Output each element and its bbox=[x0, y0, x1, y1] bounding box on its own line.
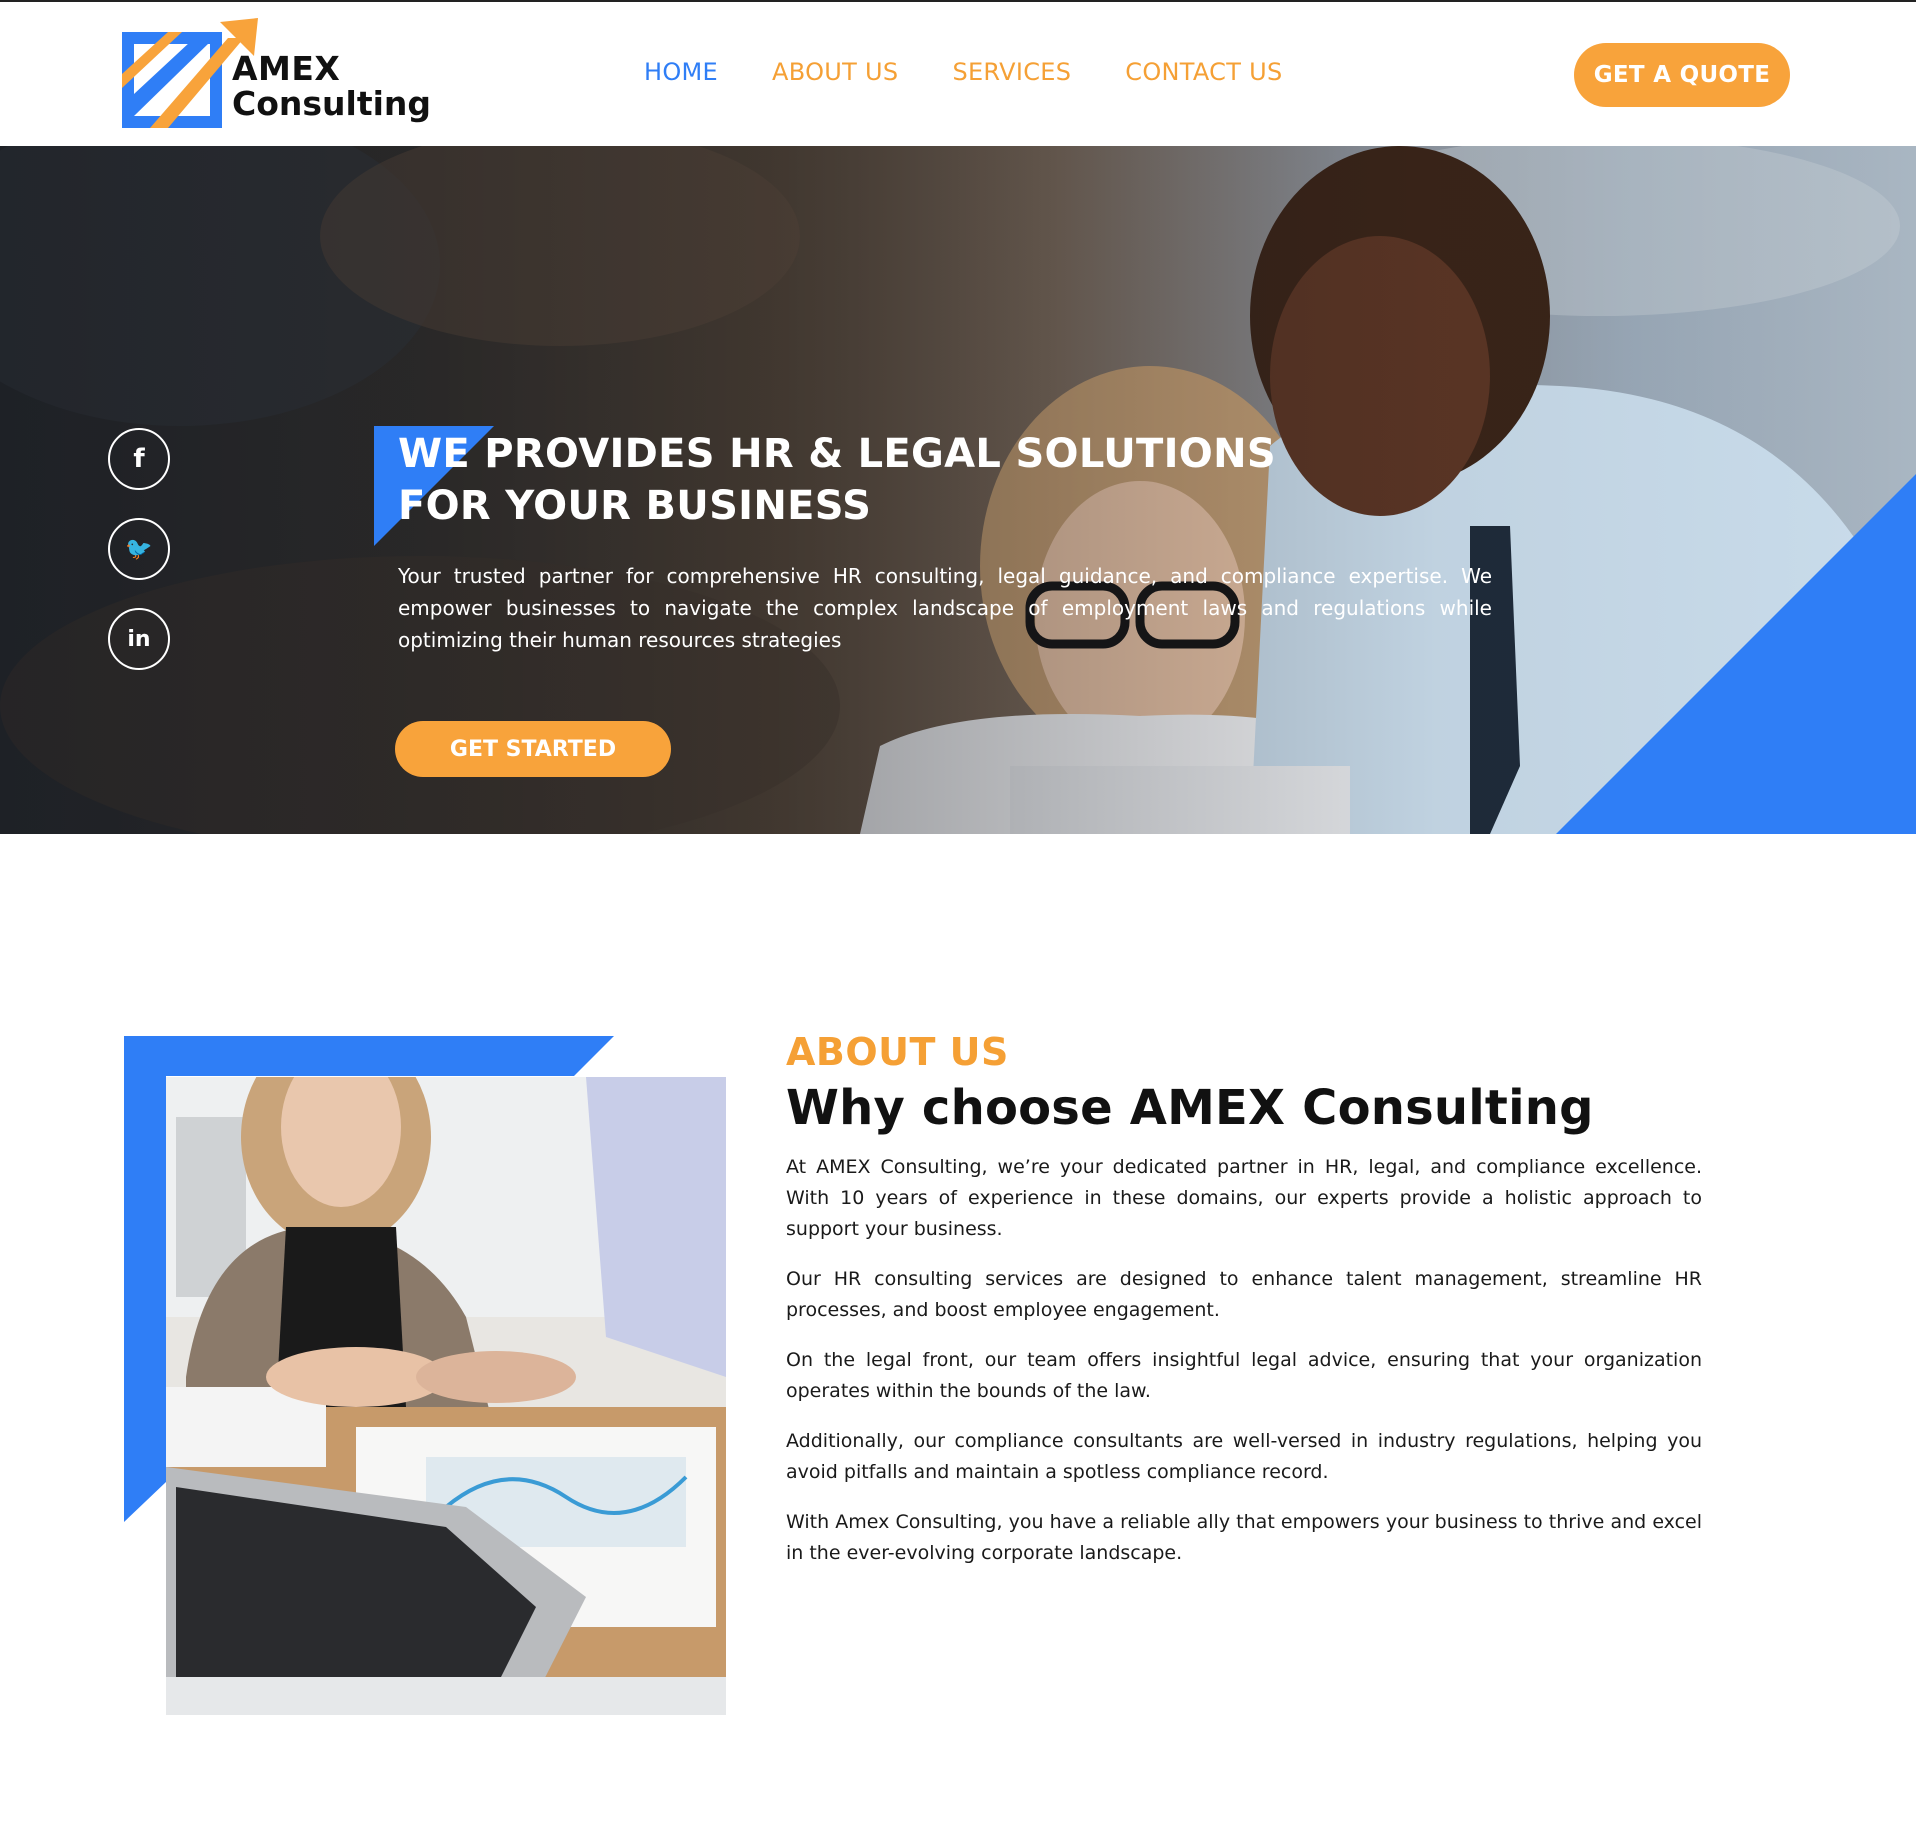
logo-line-2: Consulting bbox=[232, 83, 432, 123]
about-paragraph: Additionally, our compliance consultants… bbox=[786, 1430, 1702, 1483]
about-paragraph: At AMEX Consulting, we’re your dedicated… bbox=[786, 1156, 1702, 1240]
about-photo-meeting bbox=[166, 1077, 726, 1715]
hero-description: Your trusted partner for comprehensive H… bbox=[398, 564, 1492, 652]
about-title: Why choose AMEX Consulting bbox=[786, 1080, 1594, 1136]
logo-wordmark: AMEX Consulting bbox=[232, 49, 432, 123]
site-header: AMEX Consulting HOME ABOUT US SERVICES C… bbox=[0, 2, 1916, 146]
nav-services[interactable]: SERVICES bbox=[952, 58, 1071, 86]
nav-contact-us[interactable]: CONTACT US bbox=[1125, 58, 1282, 86]
linkedin-icon[interactable]: in bbox=[108, 608, 170, 670]
main-nav: HOME ABOUT US SERVICES CONTACT US bbox=[644, 58, 1283, 86]
logo-line-1: AMEX bbox=[232, 49, 341, 88]
hero-title-line-2: FOR YOUR BUSINESS bbox=[398, 483, 872, 529]
hero-title-line-1: WE PROVIDES HR & LEGAL SOLUTIONS bbox=[398, 431, 1276, 477]
twitter-icon[interactable]: 🐦 bbox=[108, 518, 170, 580]
about-photo-art bbox=[166, 1077, 726, 1715]
amex-logo[interactable]: AMEX Consulting bbox=[120, 16, 431, 132]
hero-section: f 🐦 in WE PROVIDES HR & LEGAL SOLUTIONS … bbox=[0, 146, 1916, 834]
get-a-quote-button[interactable]: GET A QUOTE bbox=[1574, 43, 1790, 107]
about-paragraph: On the legal front, our team offers insi… bbox=[786, 1349, 1702, 1402]
about-paragraph: With Amex Consulting, you have a reliabl… bbox=[786, 1511, 1702, 1564]
hero-corner-accent bbox=[1556, 474, 1916, 834]
hero-title: WE PROVIDES HR & LEGAL SOLUTIONS FOR YOU… bbox=[398, 428, 1298, 532]
nav-about-us[interactable]: ABOUT US bbox=[772, 58, 898, 86]
about-body: At AMEX Consulting, we’re your dedicated… bbox=[786, 1152, 1702, 1588]
facebook-icon[interactable]: f bbox=[108, 428, 170, 490]
nav-home[interactable]: HOME bbox=[644, 58, 718, 86]
about-paragraph: Our HR consulting services are designed … bbox=[786, 1268, 1702, 1321]
about-kicker: ABOUT US bbox=[786, 1030, 1009, 1074]
get-started-button[interactable]: GET STARTED bbox=[395, 721, 671, 777]
